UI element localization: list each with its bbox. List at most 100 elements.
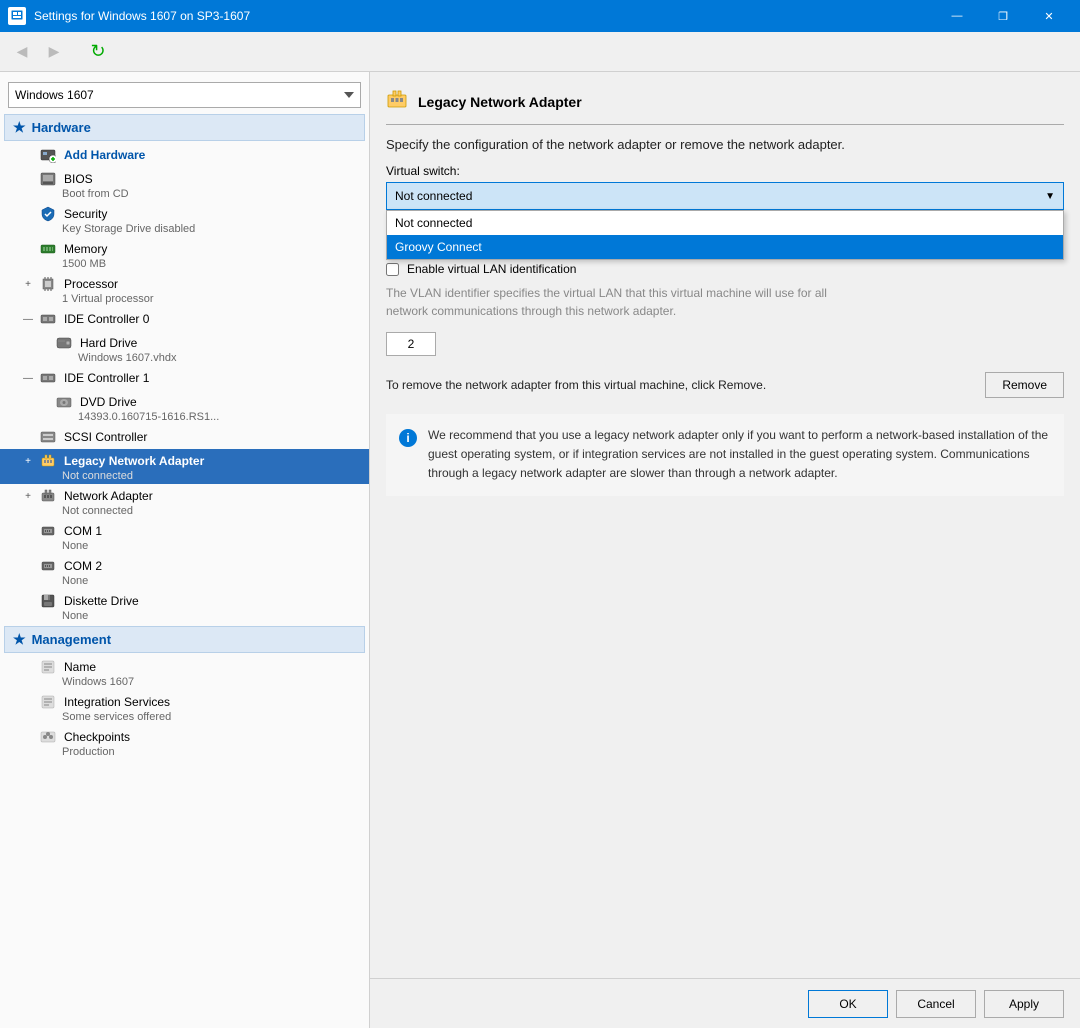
name-label: Name bbox=[64, 660, 96, 674]
enable-vlan-row: Enable virtual LAN identification bbox=[386, 262, 1064, 276]
forward-button[interactable]: ▶ bbox=[40, 38, 68, 66]
com2-expand bbox=[20, 558, 36, 574]
apply-button[interactable]: Apply bbox=[984, 990, 1064, 1018]
expand-spacer bbox=[20, 147, 36, 163]
ide1-expand: — bbox=[20, 370, 36, 386]
memory-icon bbox=[38, 239, 58, 259]
checkpoints-subtitle: Production bbox=[20, 746, 361, 758]
legacy-net-label: Legacy Network Adapter bbox=[64, 454, 204, 468]
dropdown-option-groovy-connect[interactable]: Groovy Connect bbox=[387, 235, 1063, 259]
ide0-expand: — bbox=[20, 311, 36, 327]
sidebar-item-add-hardware[interactable]: Add Hardware bbox=[0, 143, 369, 167]
sidebar-item-integration[interactable]: Integration Services Some services offer… bbox=[0, 690, 369, 725]
sidebar-item-diskette[interactable]: Diskette Drive None bbox=[0, 589, 369, 624]
com2-label: COM 2 bbox=[64, 559, 102, 573]
com2-icon bbox=[38, 556, 58, 576]
enable-vlan-label[interactable]: Enable virtual LAN identification bbox=[407, 262, 576, 276]
virtual-switch-dropdown[interactable]: Not connected ▼ bbox=[386, 182, 1064, 210]
integration-icon bbox=[38, 692, 58, 712]
sidebar-item-com1[interactable]: COM 1 None bbox=[0, 519, 369, 554]
sidebar-item-name[interactable]: Name Windows 1607 bbox=[0, 655, 369, 690]
restore-button[interactable]: ❐ bbox=[980, 0, 1026, 32]
net-expand: + bbox=[20, 488, 36, 504]
expand-spacer bbox=[20, 241, 36, 257]
right-panel: Legacy Network Adapter Specify the confi… bbox=[370, 72, 1080, 1028]
virtual-switch-label: Virtual switch: bbox=[386, 164, 1064, 178]
memory-label: Memory bbox=[64, 242, 107, 256]
checkpoints-label: Checkpoints bbox=[64, 730, 130, 744]
com1-subtitle: None bbox=[20, 540, 361, 552]
vlan-description: The VLAN identifier specifies the virtua… bbox=[386, 284, 1064, 320]
ide1-label: IDE Controller 1 bbox=[64, 371, 149, 385]
network-adapter-label: Network Adapter bbox=[64, 489, 153, 503]
sidebar-item-network-adapter[interactable]: + Network Adapter Not connected bbox=[0, 484, 369, 519]
management-section-label: Management bbox=[32, 632, 111, 647]
com1-icon bbox=[38, 521, 58, 541]
bios-icon bbox=[38, 169, 58, 189]
ok-button[interactable]: OK bbox=[808, 990, 888, 1018]
sidebar-item-security[interactable]: Security Key Storage Drive disabled bbox=[0, 202, 369, 237]
com1-label: COM 1 bbox=[64, 524, 102, 538]
virtual-switch-dropdown-container: Not connected ▼ Not connected Groovy Con… bbox=[386, 182, 1064, 210]
vlan-input[interactable] bbox=[386, 332, 436, 356]
network-adapter-icon bbox=[38, 486, 58, 506]
sidebar-item-ide1[interactable]: — IDE Controller 1 bbox=[0, 366, 369, 390]
sidebar-item-processor[interactable]: + Processor bbox=[0, 272, 369, 307]
sidebar-item-dvd[interactable]: DVD Drive 14393.0.160715-1616.RS1... bbox=[0, 390, 369, 425]
processor-expand: + bbox=[20, 276, 36, 292]
legacy-net-icon bbox=[38, 451, 58, 471]
sidebar-item-memory[interactable]: Memory 1500 MB bbox=[0, 237, 369, 272]
panel-content: Legacy Network Adapter Specify the confi… bbox=[370, 72, 1080, 978]
panel-header-icon bbox=[386, 88, 408, 116]
content-area: Windows 1607 ★ Hardware bbox=[0, 72, 1080, 1028]
hardware-section-header[interactable]: ★ Hardware bbox=[4, 114, 365, 141]
diskette-expand bbox=[20, 593, 36, 609]
hardware-section-icon: ★ bbox=[13, 119, 26, 136]
sidebar-item-bios[interactable]: BIOS Boot from CD bbox=[0, 167, 369, 202]
virtual-switch-popup: Not connected Groovy Connect bbox=[386, 210, 1064, 260]
toolbar: ◀ ▶ ↻ bbox=[0, 32, 1080, 72]
name-icon bbox=[38, 657, 58, 677]
enable-vlan-checkbox[interactable] bbox=[386, 263, 399, 276]
dvd-expand bbox=[36, 394, 52, 410]
sidebar-item-legacy-net[interactable]: + Legacy Network Adapter Not connec bbox=[0, 449, 369, 484]
dvd-icon bbox=[54, 392, 74, 412]
bios-label: BIOS bbox=[64, 172, 93, 186]
dropdown-option-not-connected[interactable]: Not connected bbox=[387, 211, 1063, 235]
harddrive-subtitle: Windows 1607.vhdx bbox=[36, 352, 361, 364]
checkpoints-icon bbox=[38, 727, 58, 747]
checkpoints-expand bbox=[20, 729, 36, 745]
hardware-section-label: Hardware bbox=[32, 120, 91, 135]
sidebar-item-checkpoints[interactable]: Checkpoints Production bbox=[0, 725, 369, 760]
remove-description: To remove the network adapter from this … bbox=[386, 378, 766, 392]
ide0-icon bbox=[38, 309, 58, 329]
hd-expand bbox=[36, 335, 52, 351]
cancel-button[interactable]: Cancel bbox=[896, 990, 976, 1018]
integration-subtitle: Some services offered bbox=[20, 711, 361, 723]
close-button[interactable]: ✕ bbox=[1026, 0, 1072, 32]
svg-text:i: i bbox=[406, 431, 409, 445]
integration-expand bbox=[20, 694, 36, 710]
scsi-icon bbox=[38, 427, 58, 447]
window-title: Settings for Windows 1607 on SP3-1607 bbox=[34, 9, 934, 23]
sidebar-item-com2[interactable]: COM 2 None bbox=[0, 554, 369, 589]
back-button[interactable]: ◀ bbox=[8, 38, 36, 66]
refresh-button[interactable]: ↻ bbox=[84, 38, 112, 66]
add-hardware-icon bbox=[38, 145, 58, 165]
sidebar-item-harddrive[interactable]: Hard Drive Windows 1607.vhdx bbox=[0, 331, 369, 366]
scsi-expand bbox=[20, 429, 36, 445]
info-box: i We recommend that you use a legacy net… bbox=[386, 414, 1064, 496]
com2-subtitle: None bbox=[20, 575, 361, 587]
remove-button[interactable]: Remove bbox=[985, 372, 1064, 398]
network-adapter-subtitle: Not connected bbox=[20, 505, 361, 517]
minimize-button[interactable]: — bbox=[934, 0, 980, 32]
management-section-header[interactable]: ★ Management bbox=[4, 626, 365, 653]
security-subtitle: Key Storage Drive disabled bbox=[20, 223, 361, 235]
name-subtitle: Windows 1607 bbox=[20, 676, 361, 688]
name-expand bbox=[20, 659, 36, 675]
diskette-subtitle: None bbox=[20, 610, 361, 622]
vm-dropdown[interactable]: Windows 1607 bbox=[8, 82, 361, 108]
processor-subtitle: 1 Virtual processor bbox=[20, 293, 361, 305]
sidebar-item-ide0[interactable]: — IDE Controller 0 bbox=[0, 307, 369, 331]
sidebar-item-scsi[interactable]: SCSI Controller bbox=[0, 425, 369, 449]
